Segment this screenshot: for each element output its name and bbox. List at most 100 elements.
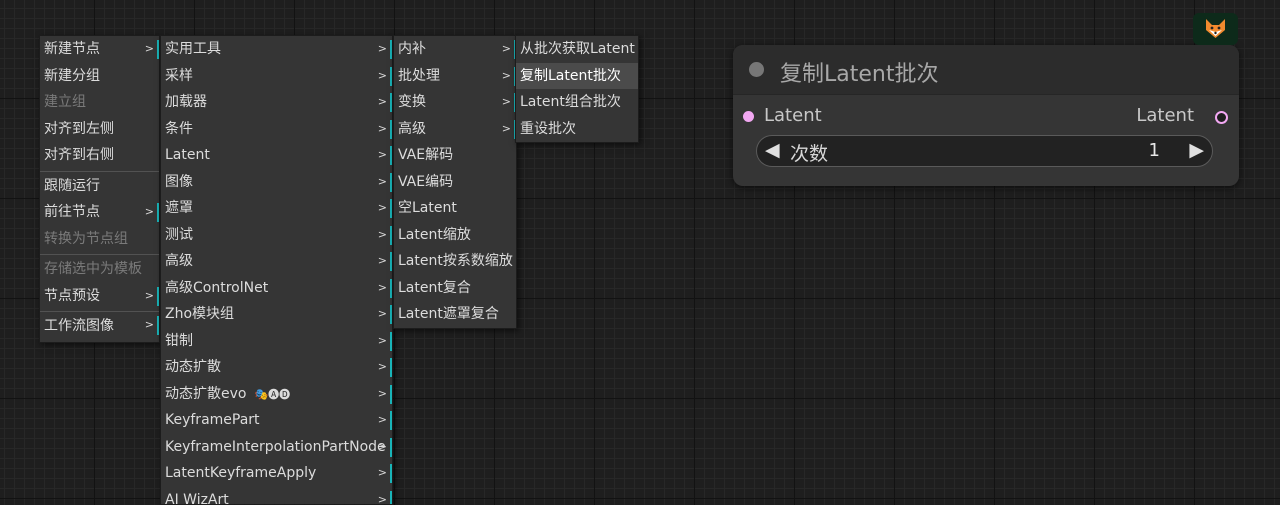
chevron-right-icon: > — [378, 116, 387, 143]
node-title: 复制Latent批次 — [780, 56, 938, 88]
menu-level1-item-9[interactable]: 节点预设> — [40, 283, 159, 310]
chevron-right-icon: > — [378, 63, 387, 90]
chevron-right-icon: > — [145, 199, 154, 226]
menu-level4-item-0[interactable]: 从批次获取Latent — [516, 36, 638, 63]
menu-item-label: 图像 — [165, 174, 193, 190]
submenu-indicator — [157, 40, 159, 59]
menu-level1-item-0[interactable]: 新建节点> — [40, 36, 159, 63]
menu-level2-item-4[interactable]: Latent> — [161, 142, 392, 169]
menu-level2-item-5[interactable]: 图像 > — [161, 169, 392, 196]
menu-level4-item-3[interactable]: 重设批次 — [516, 116, 638, 143]
menu-item-label: 批处理 — [398, 68, 440, 84]
menu-level4-item-1[interactable]: 复制Latent批次 — [516, 63, 638, 90]
menu-item-label: Latent复合 — [398, 280, 471, 296]
chevron-right-icon: > — [378, 328, 387, 355]
amount-widget-value[interactable]: 1 — [1149, 140, 1160, 161]
menu-level1-item-7[interactable]: 转换为节点组 — [40, 226, 159, 253]
menu-item-label: 重设批次 — [520, 121, 576, 137]
chevron-right-icon: > — [378, 460, 387, 487]
menu-level2-item-0[interactable]: 实用工具 > — [161, 36, 392, 63]
menu-level2-item-16[interactable]: LatentKeyframeApply> — [161, 460, 392, 487]
menu-level2-item-8[interactable]: 高级> — [161, 248, 392, 275]
chevron-right-icon: > — [378, 169, 387, 196]
submenu-indicator — [390, 93, 392, 112]
menu-level1-item-5[interactable]: 跟随运行 — [40, 171, 159, 200]
menu-level2-item-6[interactable]: 遮罩> — [161, 195, 392, 222]
node-repeat-latent-batch[interactable]: 复制Latent批次 Latent Latent ◀ 次数 1 ▶ — [733, 45, 1239, 186]
menu-item-label: Latent — [165, 147, 210, 163]
menu-item-label: 高级ControlNet — [165, 280, 268, 296]
triangle-left-icon[interactable]: ◀ — [765, 139, 780, 161]
chevron-right-icon: > — [378, 89, 387, 116]
menu-level1-item-2[interactable]: 建立组 — [40, 89, 159, 116]
menu-item-badge: 🎭🅐🅓 — [254, 388, 290, 401]
chevron-right-icon: > — [378, 248, 387, 275]
menu-item-label: 工作流图像 — [44, 318, 114, 334]
menu-level2-item-3[interactable]: 条件> — [161, 116, 392, 143]
chevron-right-icon: > — [145, 283, 154, 310]
menu-item-label: 前往节点 — [44, 204, 100, 220]
menu-item-label: 对齐到左侧 — [44, 121, 114, 137]
menu-item-label: Zho模块组 — [165, 306, 234, 322]
menu-level1-item-3[interactable]: 对齐到左侧 — [40, 116, 159, 143]
input-slot-latent[interactable] — [743, 111, 754, 122]
menu-level3-item-6[interactable]: 空Latent — [394, 195, 516, 222]
menu-level1-item-8[interactable]: 存储选中为模板 — [40, 254, 159, 283]
menu-level2-item-15[interactable]: KeyframeInterpolationPartNode> — [161, 434, 392, 461]
node-title-bar[interactable]: 复制Latent批次 — [733, 45, 1239, 95]
menu-level2-item-1[interactable]: 采样> — [161, 63, 392, 90]
amount-widget[interactable]: ◀ 次数 1 ▶ — [756, 135, 1213, 167]
menu-level2-item-13[interactable]: 动态扩散evo🎭🅐🅓> — [161, 381, 392, 408]
menu-level3-item-9[interactable]: Latent复合 — [394, 275, 516, 302]
menu-level2-item-9[interactable]: 高级ControlNet> — [161, 275, 392, 302]
menu-level1-item-6[interactable]: 前往节点 > — [40, 199, 159, 226]
menu-level2-item-10[interactable]: Zho模块组> — [161, 301, 392, 328]
menu-level2-item-7[interactable]: 测试> — [161, 222, 392, 249]
menu-item-label: 实用工具 — [165, 41, 221, 57]
menu-level3-item-10[interactable]: Latent遮罩复合 — [394, 301, 516, 328]
chevron-right-icon: > — [502, 89, 511, 116]
menu-item-label: KeyframeInterpolationPartNode — [165, 439, 386, 455]
input-label-latent: Latent — [764, 105, 822, 126]
menu-level2-item-11[interactable]: 钳制 > — [161, 328, 392, 355]
chevron-right-icon: > — [378, 36, 387, 63]
menu-level2-item-17[interactable]: AI WizArt> — [161, 487, 392, 505]
menu-level1-item-1[interactable]: 新建分组 — [40, 63, 159, 90]
submenu-indicator — [390, 358, 392, 377]
submenu-indicator — [390, 279, 392, 298]
chevron-right-icon: > — [378, 434, 387, 461]
menu-level3-item-5[interactable]: VAE编码 — [394, 169, 516, 196]
menu-level2-item-12[interactable]: 动态扩散> — [161, 354, 392, 381]
node-collapse-dot[interactable] — [749, 62, 764, 77]
menu-item-label: 新建分组 — [44, 68, 100, 84]
batch-submenu: 从批次获取Latent 复制Latent批次Latent组合批次重设批次 — [515, 35, 639, 143]
triangle-right-icon[interactable]: ▶ — [1189, 139, 1204, 161]
menu-level3-item-4[interactable]: VAE解码 — [394, 142, 516, 169]
menu-level2-item-14[interactable]: KeyframePart> — [161, 407, 392, 434]
menu-level1-item-4[interactable]: 对齐到右侧 — [40, 142, 159, 169]
submenu-indicator — [390, 332, 392, 351]
menu-item-label: 加载器 — [165, 94, 207, 110]
menu-level2-item-2[interactable]: 加载器 > — [161, 89, 392, 116]
menu-level3-item-0[interactable]: 内补> — [394, 36, 516, 63]
submenu-indicator — [390, 173, 392, 192]
menu-level3-item-1[interactable]: 批处理> — [394, 63, 516, 90]
menu-item-label: 从批次获取Latent — [520, 41, 635, 57]
menu-level3-item-3[interactable]: 高级> — [394, 116, 516, 143]
fox-button[interactable] — [1193, 13, 1238, 45]
menu-level3-item-8[interactable]: Latent按系数缩放 — [394, 248, 516, 275]
fox-icon — [1205, 19, 1226, 39]
menu-level3-item-2[interactable]: 变换> — [394, 89, 516, 116]
submenu-indicator — [390, 305, 392, 324]
chevron-right-icon: > — [145, 312, 154, 339]
menu-item-label: Latent遮罩复合 — [398, 306, 499, 322]
menu-item-label: VAE编码 — [398, 174, 453, 190]
menu-level3-item-7[interactable]: Latent缩放 — [394, 222, 516, 249]
menu-item-label: 动态扩散 — [165, 359, 221, 375]
output-slot-latent[interactable] — [1215, 111, 1228, 124]
context-menu: 新建节点>新建分组建立组对齐到左侧对齐到右侧跟随运行前往节点>转换为节点组存储选… — [39, 35, 160, 343]
menu-level4-item-2[interactable]: Latent组合批次 — [516, 89, 638, 116]
chevron-right-icon: > — [378, 381, 387, 408]
menu-item-label: 钳制 — [165, 333, 193, 349]
menu-level1-item-10[interactable]: 工作流图像 > — [40, 311, 159, 340]
